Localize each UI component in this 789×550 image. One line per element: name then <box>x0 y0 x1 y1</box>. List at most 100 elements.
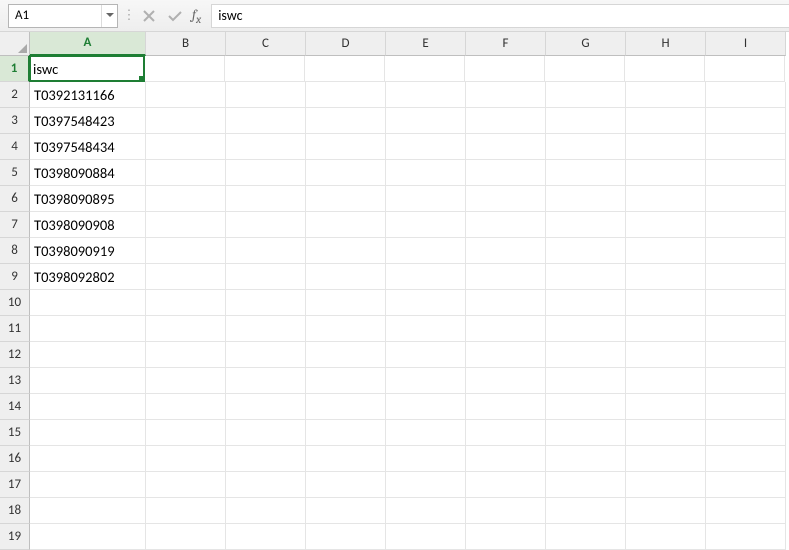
row-header-8[interactable]: 8 <box>0 238 30 264</box>
cell-F11[interactable] <box>466 316 546 342</box>
cell-G18[interactable] <box>546 498 626 524</box>
cell-B16[interactable] <box>146 446 226 472</box>
cell-B15[interactable] <box>146 420 226 446</box>
cell-B12[interactable] <box>146 342 226 368</box>
cell-F15[interactable] <box>466 420 546 446</box>
row-header-6[interactable]: 6 <box>0 186 30 212</box>
cell-D8[interactable] <box>306 238 386 264</box>
cell-D11[interactable] <box>306 316 386 342</box>
cell-A2[interactable]: T0392131166 <box>30 82 146 108</box>
cell-F7[interactable] <box>466 212 546 238</box>
row-header-16[interactable]: 16 <box>0 446 30 472</box>
cell-H13[interactable] <box>626 368 706 394</box>
cell-C8[interactable] <box>226 238 306 264</box>
cell-G4[interactable] <box>546 134 626 160</box>
cell-B4[interactable] <box>146 134 226 160</box>
cell-D2[interactable] <box>306 82 386 108</box>
cell-H18[interactable] <box>626 498 706 524</box>
row-header-10[interactable]: 10 <box>0 290 30 316</box>
column-header-E[interactable]: E <box>386 32 466 56</box>
cell-G7[interactable] <box>546 212 626 238</box>
cell-F2[interactable] <box>466 82 546 108</box>
cell-D17[interactable] <box>306 472 386 498</box>
cell-C7[interactable] <box>226 212 306 238</box>
cell-D5[interactable] <box>306 160 386 186</box>
cell-A7[interactable]: T0398090908 <box>30 212 146 238</box>
cell-E15[interactable] <box>386 420 466 446</box>
cell-I11[interactable] <box>706 316 786 342</box>
cell-C5[interactable] <box>226 160 306 186</box>
cell-E16[interactable] <box>386 446 466 472</box>
cell-F10[interactable] <box>466 290 546 316</box>
cell-B9[interactable] <box>146 264 226 290</box>
cell-H15[interactable] <box>626 420 706 446</box>
cell-D1[interactable] <box>305 56 385 82</box>
cell-G5[interactable] <box>546 160 626 186</box>
cell-E14[interactable] <box>386 394 466 420</box>
column-header-H[interactable]: H <box>626 32 706 56</box>
row-header-15[interactable]: 15 <box>0 420 30 446</box>
cell-G11[interactable] <box>546 316 626 342</box>
cell-F8[interactable] <box>466 238 546 264</box>
cell-H5[interactable] <box>626 160 706 186</box>
cell-F17[interactable] <box>466 472 546 498</box>
cell-B7[interactable] <box>146 212 226 238</box>
cell-F9[interactable] <box>466 264 546 290</box>
cell-B14[interactable] <box>146 394 226 420</box>
cell-D7[interactable] <box>306 212 386 238</box>
cell-A9[interactable]: T0398092802 <box>30 264 146 290</box>
cell-B8[interactable] <box>146 238 226 264</box>
column-header-D[interactable]: D <box>306 32 386 56</box>
row-header-4[interactable]: 4 <box>0 134 30 160</box>
cell-B11[interactable] <box>146 316 226 342</box>
cell-H6[interactable] <box>626 186 706 212</box>
cell-H4[interactable] <box>626 134 706 160</box>
cell-I1[interactable] <box>705 56 785 82</box>
row-header-1[interactable]: 1 <box>0 56 30 82</box>
cell-E18[interactable] <box>386 498 466 524</box>
name-box-dropdown[interactable] <box>101 5 117 27</box>
cell-E2[interactable] <box>386 82 466 108</box>
cell-C11[interactable] <box>226 316 306 342</box>
cell-G16[interactable] <box>546 446 626 472</box>
row-header-2[interactable]: 2 <box>0 82 30 108</box>
cell-B1[interactable] <box>145 56 225 82</box>
cell-C10[interactable] <box>226 290 306 316</box>
cell-F16[interactable] <box>466 446 546 472</box>
cell-F14[interactable] <box>466 394 546 420</box>
cell-I19[interactable] <box>706 524 786 550</box>
cell-A17[interactable] <box>30 472 146 498</box>
cell-E11[interactable] <box>386 316 466 342</box>
cell-D18[interactable] <box>306 498 386 524</box>
cell-H10[interactable] <box>626 290 706 316</box>
cell-F4[interactable] <box>466 134 546 160</box>
cell-G8[interactable] <box>546 238 626 264</box>
cell-C19[interactable] <box>226 524 306 550</box>
cell-E8[interactable] <box>386 238 466 264</box>
cell-A11[interactable] <box>30 316 146 342</box>
cell-I16[interactable] <box>706 446 786 472</box>
cell-E13[interactable] <box>386 368 466 394</box>
cancel-button[interactable] <box>136 5 162 27</box>
cell-D9[interactable] <box>306 264 386 290</box>
cell-I10[interactable] <box>706 290 786 316</box>
cell-A12[interactable] <box>30 342 146 368</box>
cell-H12[interactable] <box>626 342 706 368</box>
cell-B6[interactable] <box>146 186 226 212</box>
cell-H8[interactable] <box>626 238 706 264</box>
cell-A5[interactable]: T0398090884 <box>30 160 146 186</box>
cell-A4[interactable]: T0397548434 <box>30 134 146 160</box>
cell-F18[interactable] <box>466 498 546 524</box>
cell-A16[interactable] <box>30 446 146 472</box>
cell-B3[interactable] <box>146 108 226 134</box>
cell-H3[interactable] <box>626 108 706 134</box>
name-box[interactable] <box>9 5 101 27</box>
cell-C18[interactable] <box>226 498 306 524</box>
row-header-19[interactable]: 19 <box>0 524 30 550</box>
row-header-11[interactable]: 11 <box>0 316 30 342</box>
column-header-G[interactable]: G <box>546 32 626 56</box>
row-header-17[interactable]: 17 <box>0 472 30 498</box>
cell-G3[interactable] <box>546 108 626 134</box>
cell-I7[interactable] <box>706 212 786 238</box>
cell-D4[interactable] <box>306 134 386 160</box>
